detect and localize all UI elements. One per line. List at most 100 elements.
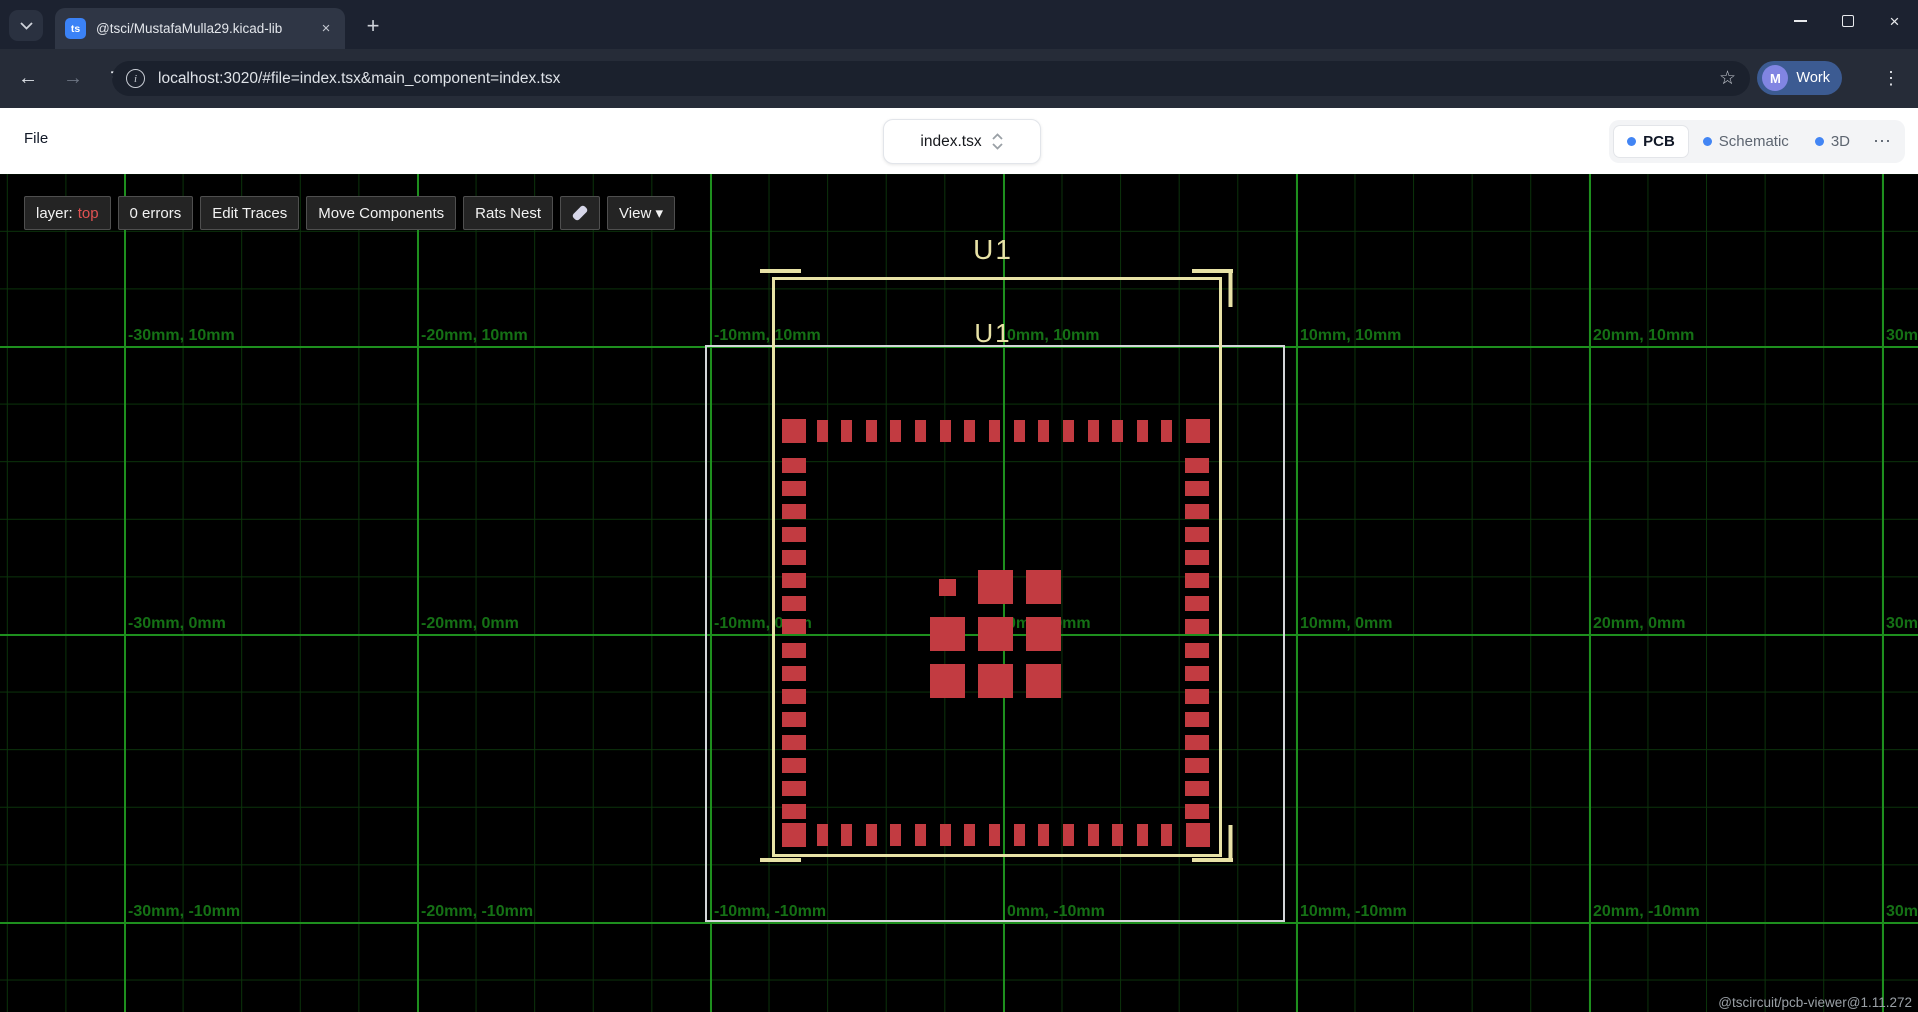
layer-button[interactable]: layer: top [24,196,111,230]
pcb-pad[interactable] [866,420,877,442]
pcb-pad[interactable] [782,823,806,847]
errors-button[interactable]: 0 errors [118,196,194,230]
pcb-pad[interactable] [782,481,806,496]
pcb-pad[interactable] [782,619,806,634]
pcb-pad[interactable] [1038,420,1049,442]
pcb-pad[interactable] [890,824,901,846]
rats-nest-button[interactable]: Rats Nest [463,196,553,230]
pcb-pad[interactable] [782,419,806,443]
pcb-pad[interactable] [978,570,1013,604]
pcb-pad[interactable] [782,527,806,542]
pcb-pad[interactable] [940,420,951,442]
pcb-pad[interactable] [817,420,828,442]
pcb-pad[interactable] [1026,570,1061,604]
url-text[interactable]: localhost:3020/#file=index.tsx&main_comp… [158,70,1711,88]
pcb-pad[interactable] [1185,527,1209,542]
pcb-pad[interactable] [1185,735,1209,750]
pcb-pad[interactable] [817,824,828,846]
pcb-pad[interactable] [782,712,806,727]
menu-file[interactable]: File [24,130,48,147]
pcb-pad[interactable] [1063,420,1074,442]
pcb-pad[interactable] [915,824,926,846]
pcb-pad[interactable] [1185,573,1209,588]
pcb-pad[interactable] [782,781,806,796]
pcb-pad[interactable] [1185,550,1209,565]
pcb-pad[interactable] [1185,619,1209,634]
site-info-icon[interactable]: i [126,69,145,88]
profile-chip[interactable]: M Work [1757,61,1842,95]
pcb-pad[interactable] [782,758,806,773]
pcb-canvas[interactable]: -30mm, 10mm-20mm, 10mm-10mm, 10mm0mm, 10… [0,174,1918,1012]
file-selector[interactable]: index.tsx [883,119,1041,164]
pcb-pad[interactable] [782,689,806,704]
pcb-pad[interactable] [1185,643,1209,658]
pcb-pad[interactable] [1185,689,1209,704]
pcb-pad[interactable] [964,420,975,442]
pcb-pad[interactable] [841,824,852,846]
pcb-pad[interactable] [866,824,877,846]
pcb-pad[interactable] [940,824,951,846]
more-views-icon[interactable]: ⋯ [1864,131,1901,152]
tab-pcb[interactable]: PCB [1613,125,1689,158]
edit-pencil-button[interactable] [560,196,600,230]
pcb-pad[interactable] [1185,804,1209,819]
pcb-pad[interactable] [1038,824,1049,846]
tab-schematic[interactable]: Schematic [1691,125,1801,158]
pcb-pad[interactable] [978,617,1013,651]
forward-button[interactable]: → [57,63,89,95]
pcb-pad[interactable] [782,804,806,819]
edit-traces-button[interactable]: Edit Traces [200,196,299,230]
pcb-pad[interactable] [1026,617,1061,651]
pcb-pad[interactable] [1026,664,1061,698]
pcb-pad[interactable] [1161,420,1172,442]
pcb-pad[interactable] [1137,824,1148,846]
window-close-button[interactable]: × [1871,0,1918,42]
pcb-pad[interactable] [1014,824,1025,846]
window-minimize-button[interactable] [1777,0,1824,42]
pcb-pad[interactable] [939,579,956,596]
pcb-pad[interactable] [782,596,806,611]
pcb-pad[interactable] [782,458,806,473]
window-restore-button[interactable] [1824,0,1871,42]
browser-menu-icon[interactable]: ⋮ [1878,61,1904,95]
pcb-pad[interactable] [890,420,901,442]
pcb-pad[interactable] [964,824,975,846]
pcb-pad[interactable] [782,735,806,750]
pcb-pad[interactable] [782,550,806,565]
pcb-pad[interactable] [1186,823,1210,847]
tab-search-button[interactable] [9,10,43,41]
pcb-pad[interactable] [978,664,1013,698]
pcb-pad[interactable] [915,420,926,442]
pcb-pad[interactable] [930,664,965,698]
pcb-pad[interactable] [1185,481,1209,496]
pcb-pad[interactable] [1014,420,1025,442]
pcb-pad[interactable] [989,420,1000,442]
pcb-pad[interactable] [1185,712,1209,727]
pcb-pad[interactable] [1137,420,1148,442]
view-dropdown-button[interactable]: View ▾ [607,196,675,230]
pcb-pad[interactable] [1063,824,1074,846]
bookmark-star-icon[interactable]: ☆ [1719,67,1736,90]
pcb-pad[interactable] [1185,596,1209,611]
pcb-pad[interactable] [1161,824,1172,846]
tab-close-icon[interactable]: × [317,20,335,38]
pcb-pad[interactable] [989,824,1000,846]
pcb-pad[interactable] [841,420,852,442]
new-tab-button[interactable]: + [357,10,389,41]
back-button[interactable]: ← [12,63,44,95]
url-bar[interactable]: i localhost:3020/#file=index.tsx&main_co… [112,61,1750,96]
pcb-pad[interactable] [1185,666,1209,681]
tab-3d[interactable]: 3D [1803,125,1862,158]
move-components-button[interactable]: Move Components [306,196,456,230]
pcb-pad[interactable] [1088,824,1099,846]
pcb-pad[interactable] [1112,824,1123,846]
pcb-pad[interactable] [1088,420,1099,442]
browser-tab[interactable]: ts @tsci/MustafaMulla29.kicad-lib × [55,8,345,49]
pcb-pad[interactable] [1185,458,1209,473]
pcb-pad[interactable] [782,666,806,681]
pcb-pad[interactable] [782,643,806,658]
pcb-pad[interactable] [1185,758,1209,773]
pcb-pad[interactable] [782,504,806,519]
pcb-pad[interactable] [1185,504,1209,519]
pcb-pad[interactable] [782,573,806,588]
